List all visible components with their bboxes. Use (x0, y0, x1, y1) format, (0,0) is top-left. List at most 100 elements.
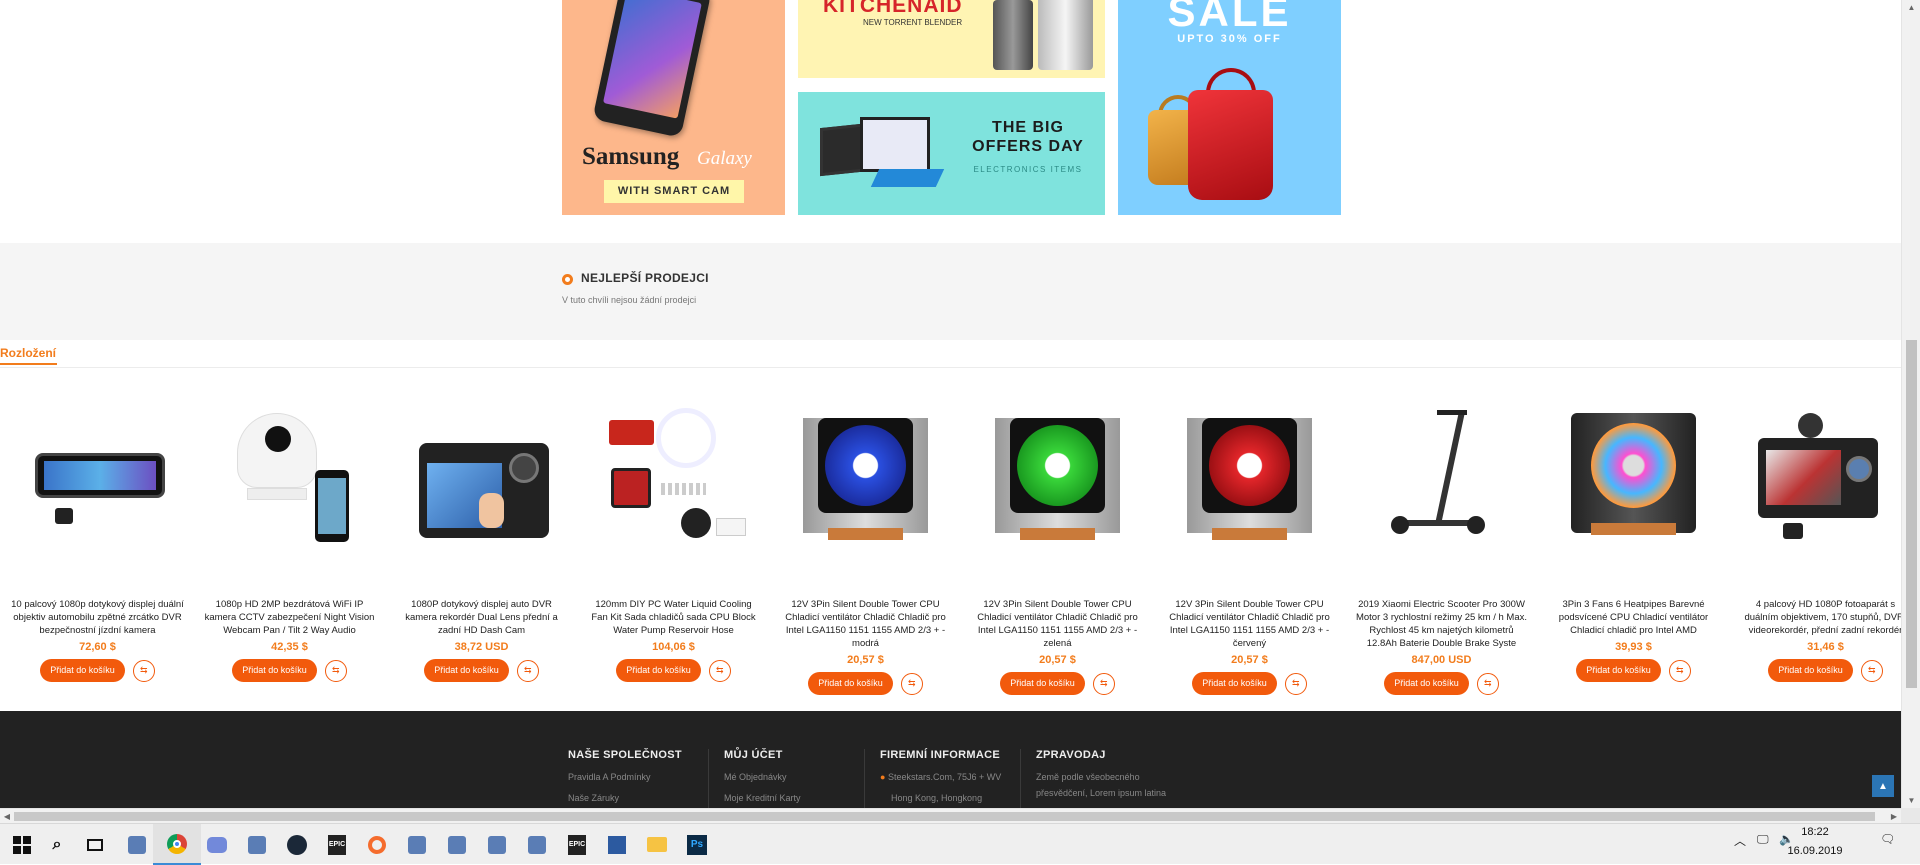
product-actions: Přidat do košíku ⇆ (1546, 659, 1721, 682)
product-info: 12V 3Pin Silent Double Tower CPU Chladic… (970, 598, 1145, 695)
product-name[interactable]: 12V 3Pin Silent Double Tower CPU Chladic… (1162, 598, 1337, 650)
product-info: 3Pin 3 Fans 6 Heatpipes Barevné podsvíce… (1546, 598, 1721, 682)
add-to-cart-button[interactable]: Přidat do košíku (424, 659, 509, 682)
mirror-dashcam-image[interactable] (25, 408, 170, 558)
tab-layout[interactable]: Rozložení (0, 346, 57, 365)
dash-cam-image[interactable] (409, 408, 554, 558)
taskbar-item[interactable]: Ps (673, 824, 721, 865)
cpu-cooler-blue-image[interactable] (793, 408, 938, 558)
folder-icon (647, 835, 667, 855)
add-to-cart-button[interactable]: Přidat do košíku (616, 659, 701, 682)
cpu-cooler-green-image[interactable] (985, 408, 1130, 558)
rgb-cooler-image[interactable] (1561, 408, 1706, 558)
compare-icon[interactable]: ⇆ (324, 659, 347, 682)
app-icon (247, 835, 267, 855)
clock-date[interactable]: 16.09.2019 (1785, 845, 1845, 857)
compare-icon[interactable]: ⇆ (900, 672, 923, 695)
compare-icon[interactable]: ⇆ (1668, 659, 1691, 682)
dual-dashcam-image[interactable] (1753, 408, 1898, 558)
windows-taskbar: ⌕ EPIC EPIC Ps (0, 823, 1920, 865)
offers-title: THE BIG OFFERS DAY (972, 119, 1084, 155)
taskbar-item[interactable] (71, 824, 119, 865)
product-actions: Přidat do košíku ⇆ (778, 672, 953, 695)
windows-start-icon (12, 835, 32, 855)
kitchenaid-tagline: NEW TORRENT BLENDER (863, 18, 963, 27)
steam-icon (287, 834, 307, 855)
compare-icon[interactable]: ⇆ (708, 659, 731, 682)
scooter-image[interactable] (1369, 408, 1514, 558)
product-name[interactable]: 3Pin 3 Fans 6 Heatpipes Barevné podsvíce… (1546, 598, 1721, 637)
footer-link[interactable]: Naše Záruky (568, 793, 682, 803)
discord-icon (207, 835, 227, 855)
handbag-red-image (1188, 90, 1273, 200)
footer-link[interactable]: Pravidla A Podmínky (568, 772, 682, 782)
horizontal-scrollbar[interactable]: ◀ ▶ (0, 808, 1901, 823)
compare-icon[interactable]: ⇆ (1092, 672, 1115, 695)
product-name[interactable]: 1080P dotykový displej auto DVR kamera r… (394, 598, 569, 637)
add-to-cart-button[interactable]: Přidat do košíku (232, 659, 317, 682)
vertical-scrollbar[interactable]: ▲ ▼ (1901, 0, 1920, 808)
samsung-banner[interactable]: Samsung Galaxy WITH SMART CAM (562, 0, 785, 215)
scroll-down-arrow-icon[interactable]: ▼ (1902, 793, 1920, 808)
big-offers-banner[interactable]: THE BIG OFFERS DAY ELECTRONICS ITEMS (798, 92, 1105, 215)
network-icon[interactable]: 🖵 (1757, 832, 1769, 847)
scroll-up-arrow-icon[interactable]: ▲ (1902, 0, 1920, 15)
smart-cam-tag: WITH SMART CAM (604, 180, 744, 203)
footer-divider (708, 749, 709, 808)
chevron-up-icon[interactable]: ︿ (1734, 832, 1746, 849)
scroll-left-arrow-icon[interactable]: ◀ (0, 809, 14, 824)
vertical-scroll-thumb[interactable] (1906, 340, 1917, 688)
footer-heading: NAŠE SPOLEČNOST (568, 749, 682, 761)
cpu-cooler-red-image[interactable] (1177, 408, 1322, 558)
epic-games-icon: EPIC (327, 834, 347, 855)
chevron-up-icon: ▲ (1878, 780, 1888, 792)
compare-icon[interactable]: ⇆ (1476, 672, 1499, 695)
product-name[interactable]: 1080p HD 2MP bezdrátová WiFi IP kamera C… (202, 598, 377, 637)
add-to-cart-button[interactable]: Přidat do košíku (1768, 659, 1853, 682)
bestsellers-title: NEJLEPŠÍ PRODEJCI (581, 271, 709, 285)
product-name[interactable]: 4 palcový HD 1080P fotoaparát s duálním … (1738, 598, 1901, 637)
sale-banner[interactable]: SALE UPTO 30% OFF (1118, 0, 1341, 215)
ip-camera-image[interactable] (217, 408, 362, 558)
compare-icon[interactable]: ⇆ (1860, 659, 1883, 682)
add-to-cart-button[interactable]: Přidat do košíku (1576, 659, 1661, 682)
kitchenaid-banner[interactable]: KITCHENAID NEW TORRENT BLENDER (798, 0, 1105, 78)
footer-heading: FIREMNÍ INFORMACE (880, 749, 1000, 761)
volume-icon[interactable]: 🔈 (1779, 832, 1794, 846)
product-name[interactable]: 12V 3Pin Silent Double Tower CPU Chladic… (778, 598, 953, 650)
clock-time[interactable]: 18:22 (1785, 826, 1845, 838)
bestsellers-section: NEJLEPŠÍ PRODEJCI V tuto chvíli nejsou ž… (0, 243, 1901, 340)
notification-icon[interactable]: 🗨 (1880, 832, 1895, 846)
section-bullet-icon (562, 274, 573, 285)
add-to-cart-button[interactable]: Přidat do košíku (40, 659, 125, 682)
footer-link[interactable]: Moje Kreditní Karty (724, 793, 801, 803)
product-price: 847,00 USD (1411, 654, 1472, 666)
product-info: 12V 3Pin Silent Double Tower CPU Chladic… (1162, 598, 1337, 695)
product-name[interactable]: 12V 3Pin Silent Double Tower CPU Chladic… (970, 598, 1145, 650)
app-icon (407, 835, 427, 855)
sale-title: SALE (1167, 0, 1292, 35)
compare-icon[interactable]: ⇆ (132, 659, 155, 682)
product-actions: Přidat do košíku ⇆ (586, 659, 761, 682)
add-to-cart-button[interactable]: Přidat do košíku (1192, 672, 1277, 695)
compare-icon[interactable]: ⇆ (1284, 672, 1307, 695)
product-info: 10 palcový 1080p dotykový displej duální… (10, 598, 185, 682)
product-actions: Přidat do košíku ⇆ (970, 672, 1145, 695)
horizontal-scroll-thumb[interactable] (14, 812, 1875, 821)
product-info: 2019 Xiaomi Electric Scooter Pro 300W Mo… (1354, 598, 1529, 695)
compare-icon[interactable]: ⇆ (516, 659, 539, 682)
add-to-cart-button[interactable]: Přidat do košíku (808, 672, 893, 695)
product-actions: Přidat do košíku ⇆ (1738, 659, 1901, 682)
save-icon (607, 835, 627, 855)
add-to-cart-button[interactable]: Přidat do košíku (1384, 672, 1469, 695)
scroll-right-arrow-icon[interactable]: ▶ (1887, 809, 1901, 824)
footer-link[interactable]: Mé Objednávky (724, 772, 801, 782)
product-info: 12V 3Pin Silent Double Tower CPU Chladic… (778, 598, 953, 695)
cooling-kit-image[interactable] (601, 408, 746, 558)
product-name[interactable]: 120mm DIY PC Water Liquid Cooling Fan Ki… (586, 598, 761, 637)
product-info: 120mm DIY PC Water Liquid Cooling Fan Ki… (586, 598, 761, 682)
scroll-to-top-button[interactable]: ▲ (1872, 775, 1894, 797)
product-name[interactable]: 2019 Xiaomi Electric Scooter Pro 300W Mo… (1354, 598, 1529, 650)
product-name[interactable]: 10 palcový 1080p dotykový displej duální… (10, 598, 185, 637)
add-to-cart-button[interactable]: Přidat do košíku (1000, 672, 1085, 695)
